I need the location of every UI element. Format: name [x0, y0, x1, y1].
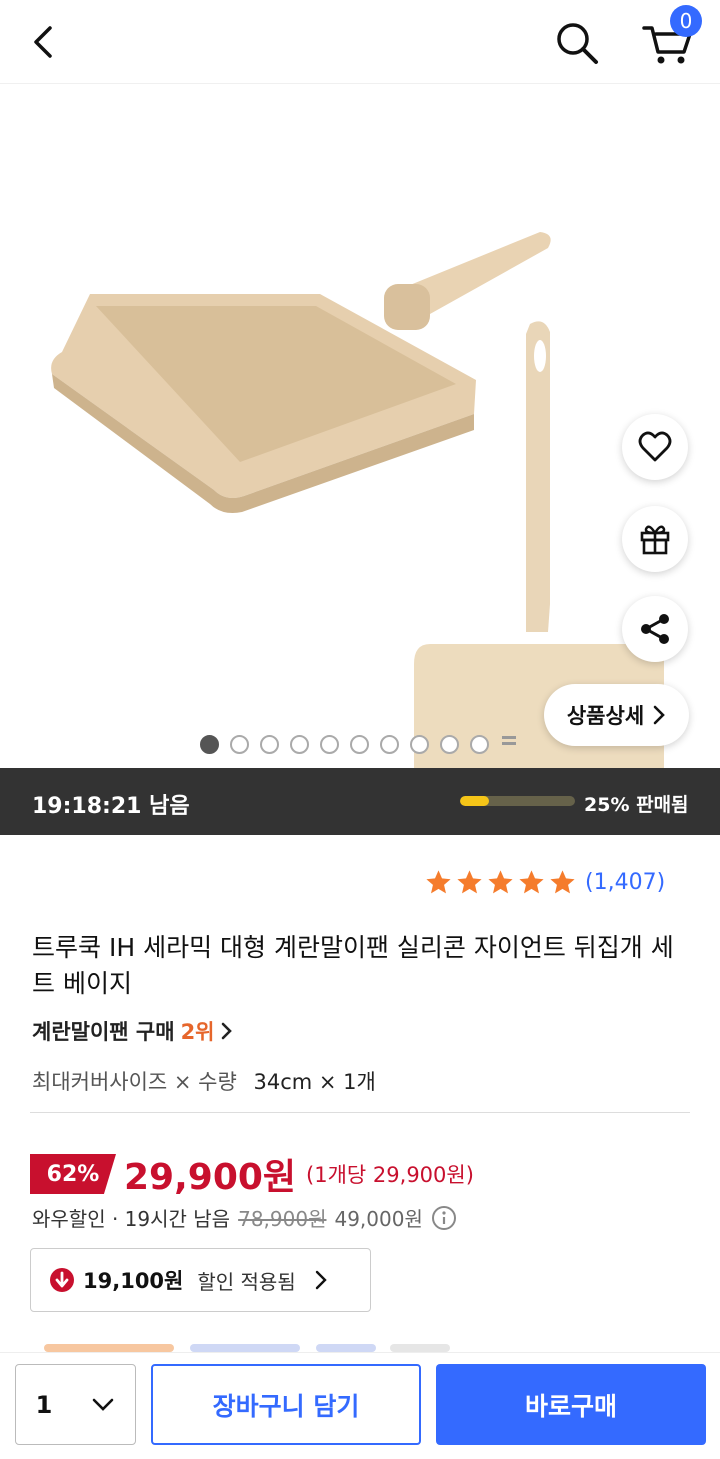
top-header: 0 [0, 0, 720, 84]
coupon-discount-box[interactable]: 19,100원 할인 적용됨 [30, 1248, 371, 1312]
wishlist-heart-button[interactable] [622, 414, 688, 480]
wow-discount-row: 와우할인 · 19시간 남음 78,900원 49,000원 [32, 1203, 457, 1232]
chevron-right-icon [315, 1270, 327, 1290]
pagination-more-icon [500, 733, 518, 755]
wow-discount-label: 와우할인 · 19시간 남음 [32, 1207, 231, 1231]
product-image [51, 232, 664, 768]
coupon-amount: 19,100원 [83, 1269, 184, 1293]
star-icon [426, 870, 451, 894]
down-arrow-circle-icon [50, 1268, 74, 1292]
product-image-gallery[interactable]: 상품상세 [0, 84, 720, 768]
pagination-dot[interactable] [350, 734, 369, 754]
cart-count-badge: 0 [670, 5, 702, 37]
sold-progress-fill [460, 796, 489, 806]
sold-percentage: 25% 판매됨 [584, 794, 689, 816]
unit-price: (1개당 29,900원) [306, 1163, 474, 1187]
heart-icon [638, 431, 672, 462]
star-rating [424, 868, 577, 897]
chevron-right-icon [653, 705, 665, 725]
add-to-cart-button[interactable]: 장바구니 담기 [151, 1364, 421, 1445]
star-icon [550, 870, 575, 894]
sold-progress-bar [460, 796, 575, 806]
pagination-dot[interactable] [200, 734, 219, 754]
rank-label: 계란말이팬 구매 [32, 1020, 175, 1044]
quantity-selector[interactable]: 1 [15, 1364, 136, 1445]
pagination-dot[interactable] [440, 734, 459, 754]
pagination-dot[interactable] [380, 734, 399, 754]
pagination-dot[interactable] [230, 734, 249, 754]
time-remaining: 19:18:21 남음 [32, 794, 190, 819]
purchase-bar: 1 장바구니 담기 바로구매 [0, 1352, 720, 1459]
pagination-dot[interactable] [290, 734, 309, 754]
star-icon [488, 870, 513, 894]
discount-badge: 62% [30, 1154, 116, 1194]
coupon-text: 할인 적용됨 [197, 1269, 296, 1294]
original-price: 78,900원 [238, 1207, 327, 1231]
selected-option[interactable]: 최대커버사이즈 × 수량 34cm × 1개 [32, 1066, 376, 1096]
sale-price: 29,900원 [124, 1157, 297, 1198]
buy-now-button[interactable]: 바로구매 [436, 1364, 706, 1445]
chevron-right-icon [221, 1022, 232, 1040]
gift-icon [640, 525, 670, 555]
chevron-down-icon [93, 1398, 114, 1411]
rank-value: 2위 [180, 1020, 215, 1044]
back-arrow-icon[interactable] [22, 20, 66, 64]
deal-timer-bar: 19:18:21 남음 25% 판매됨 [0, 768, 720, 835]
info-icon[interactable] [431, 1205, 457, 1231]
gift-button[interactable] [622, 506, 688, 572]
product-detail-label: 상품상세 [566, 704, 645, 728]
option-value: 34cm × 1개 [253, 1070, 376, 1094]
search-icon[interactable] [552, 18, 602, 68]
rating-summary[interactable]: (1,407) [424, 868, 665, 897]
price-row: 62% 29,900원 (1개당 29,900원) [30, 1148, 474, 1200]
base-price: 49,000원 [334, 1207, 423, 1231]
option-label: 최대커버사이즈 × 수량 [32, 1070, 237, 1094]
share-button[interactable] [622, 596, 688, 662]
quantity-value: 1 [35, 1390, 53, 1419]
star-icon [457, 870, 482, 894]
category-rank-link[interactable]: 계란말이팬 구매 2위 [32, 1016, 233, 1046]
pagination-dot[interactable] [470, 734, 489, 754]
review-count[interactable]: (1,407) [585, 870, 665, 895]
pagination-dot[interactable] [410, 734, 429, 754]
image-pagination-dots [200, 734, 518, 754]
divider [30, 1112, 690, 1113]
pagination-dot[interactable] [260, 734, 279, 754]
share-icon [641, 614, 669, 644]
star-icon [519, 870, 544, 894]
product-detail-button[interactable]: 상품상세 [544, 684, 689, 746]
product-title: 트루쿡 IH 세라믹 대형 계란말이팬 실리콘 자이언트 뒤집개 세트 베이지 [32, 933, 674, 998]
pagination-dot[interactable] [320, 734, 339, 754]
